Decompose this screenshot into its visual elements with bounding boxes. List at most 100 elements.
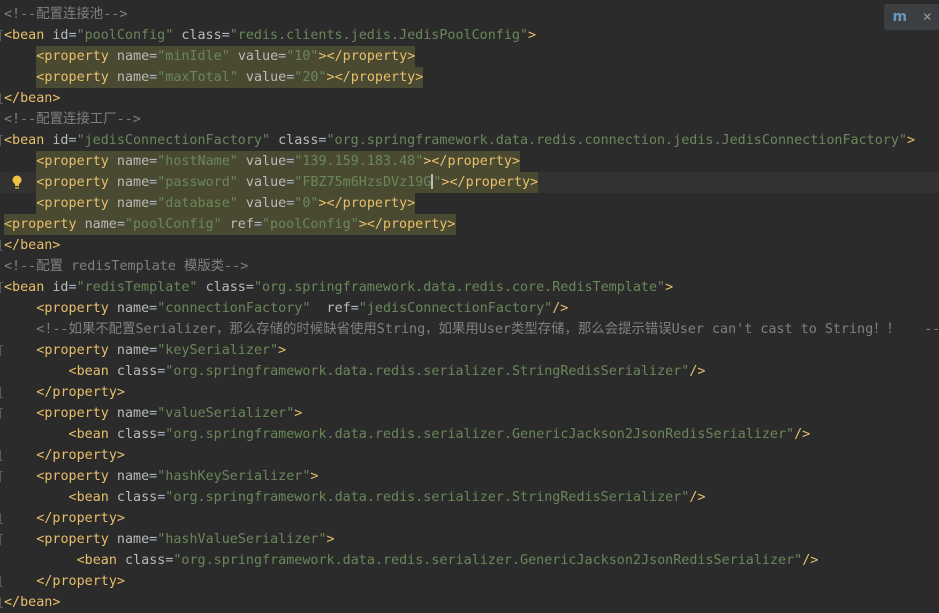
code-line[interactable]: </property> (0, 571, 939, 592)
code-token: class (205, 280, 246, 295)
code-token: "org.springframework.data.redis.serializ… (165, 427, 795, 442)
fold-marker[interactable] (0, 135, 3, 146)
fold-marker[interactable] (0, 282, 3, 293)
code-line-content: <bean class="org.springframework.data.re… (69, 487, 706, 508)
code-line[interactable]: <!--配置 redisTemplate 模版类--> (0, 256, 939, 277)
lightbulb-icon[interactable] (12, 175, 22, 190)
code-line-content: <property name="maxTotal" value="20"></p… (36, 67, 424, 88)
fold-marker[interactable] (0, 534, 3, 545)
code-token: "poolConfig" (124, 217, 222, 232)
code-token: name (116, 343, 150, 358)
fold-marker[interactable] (0, 387, 3, 398)
fold-marker[interactable] (0, 408, 3, 419)
fold-marker[interactable] (0, 30, 3, 41)
close-icon[interactable]: ✕ (922, 10, 932, 24)
code-token: "10" (286, 49, 319, 64)
code-line[interactable]: <property name="maxTotal" value="20"></p… (0, 67, 939, 88)
code-token: = (116, 217, 125, 232)
code-token: <!--配置连接池--> (4, 7, 128, 22)
code-line[interactable]: <property name="minIdle" value="10"></pr… (0, 46, 939, 67)
code-token: = (350, 301, 359, 316)
code-line[interactable]: <property name="keySerializer"> (0, 340, 939, 361)
fold-marker[interactable] (0, 471, 3, 482)
code-token: "org.springframework.data.redis.core.Red… (253, 280, 666, 295)
code-line[interactable]: </property> (0, 382, 939, 403)
code-line-content: <property name="hashValueSerializer"> (36, 529, 334, 550)
code-line[interactable]: <property name="database" value="0"></pr… (0, 193, 939, 214)
fold-marker[interactable] (0, 513, 3, 524)
code-token: </property> (36, 574, 125, 589)
code-line[interactable]: </property> (0, 508, 939, 529)
code-line[interactable]: <property name="hashKeySerializer"> (0, 466, 939, 487)
code-token: <bean (68, 490, 109, 505)
code-line[interactable]: <!--配置连接工厂--> (0, 109, 939, 130)
fold-marker[interactable] (0, 597, 3, 608)
code-token: <bean (76, 553, 117, 568)
code-line[interactable]: <property name="valueSerializer"> (0, 403, 939, 424)
code-token: = (68, 280, 77, 295)
code-line-content: <property name="poolConfig" ref="poolCon… (4, 214, 456, 235)
code-token: <property (36, 196, 109, 211)
code-line[interactable]: </bean> (0, 88, 939, 109)
code-line-content: </property> (36, 508, 125, 529)
code-token: value (245, 175, 287, 190)
code-token: ref (326, 301, 351, 316)
code-token: = (278, 49, 287, 64)
code-line-content: <bean id="redisTemplate" class="org.spri… (4, 277, 673, 298)
code-line[interactable]: <property name="hashValueSerializer"> (0, 529, 939, 550)
code-line[interactable]: <bean class="org.springframework.data.re… (0, 361, 939, 382)
code-line[interactable]: <property name="hostName" value="139.159… (0, 151, 939, 172)
fold-marker[interactable] (0, 450, 3, 461)
code-token: "jedisConnectionFactory" (358, 301, 553, 316)
code-line[interactable]: <bean class="org.springframework.data.re… (0, 487, 939, 508)
code-token: <bean (4, 133, 45, 148)
code-line[interactable]: <bean class="org.springframework.data.re… (0, 550, 939, 571)
code-line[interactable]: <bean id="jedisConnectionFactory" class=… (0, 130, 939, 151)
code-token: <property (36, 49, 109, 64)
code-token: </bean> (4, 91, 61, 106)
code-line[interactable]: <property name="connectionFactory" ref="… (0, 298, 939, 319)
code-token: <property (4, 217, 77, 232)
code-token: id (52, 133, 69, 148)
code-token: > (665, 280, 674, 295)
code-token: > (326, 532, 335, 547)
code-line[interactable]: <!--配置连接池--> (0, 4, 939, 25)
fold-marker[interactable] (0, 576, 3, 587)
code-line-content: <property name="keySerializer"> (36, 340, 286, 361)
code-line[interactable]: <bean class="org.springframework.data.re… (0, 424, 939, 445)
maven-reload-icon[interactable]: m (891, 8, 909, 26)
code-line[interactable]: </bean> (0, 592, 939, 613)
code-token: /> (794, 427, 811, 442)
code-line[interactable]: <property name="password" value="FBZ75m6… (0, 172, 939, 193)
code-line-content: <property name="hashKeySerializer"> (36, 466, 318, 487)
code-line[interactable]: <property name="poolConfig" ref="poolCon… (0, 214, 939, 235)
fold-marker[interactable] (0, 345, 3, 356)
code-token: </property> (36, 448, 125, 463)
code-editor[interactable]: <!--配置连接池--> <bean id="poolConfig" class=… (0, 4, 939, 613)
code-line[interactable]: <bean id="redisTemplate" class="org.spri… (0, 277, 939, 298)
fold-marker[interactable] (0, 240, 3, 251)
code-line[interactable]: </property> (0, 445, 939, 466)
code-line-content: <property name="hostName" value="139.159… (36, 151, 521, 172)
fold-marker[interactable] (0, 93, 3, 104)
code-line-content: <!--配置 redisTemplate 模版类--> (4, 256, 248, 277)
code-token: value (245, 70, 287, 85)
maven-plugin-badge[interactable]: m ✕ (884, 4, 939, 30)
code-token: "org.springframework.data.redis.serializ… (165, 364, 690, 379)
code-line[interactable]: <!--如果不配置Serializer，那么存储的时候缺省使用String，如果… (0, 319, 939, 340)
code-line-content: <bean class="org.springframework.data.re… (69, 424, 811, 445)
code-token: "org.springframework.data.redis.connecti… (326, 133, 907, 148)
code-line-content: <!--配置连接池--> (4, 4, 127, 25)
code-line[interactable]: </bean> (0, 235, 939, 256)
code-line[interactable]: <bean id="poolConfig" class="redis.clien… (0, 25, 939, 46)
